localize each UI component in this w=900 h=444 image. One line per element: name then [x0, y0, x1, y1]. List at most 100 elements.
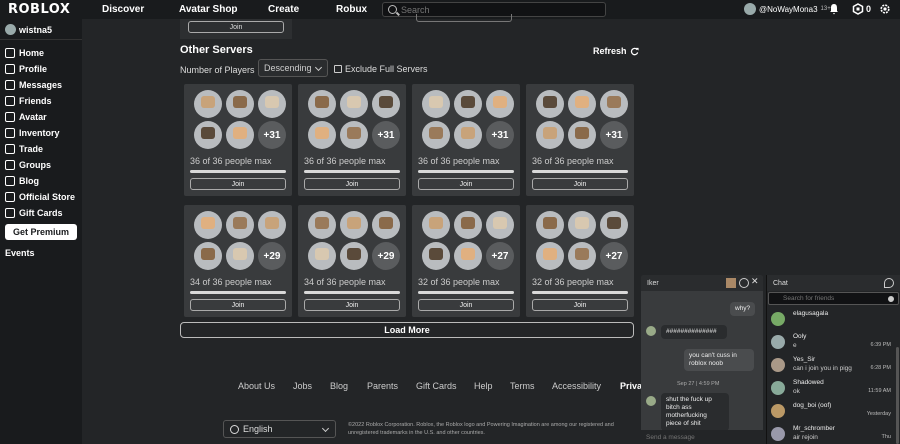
more-players-count[interactable]: +31	[258, 121, 286, 149]
notifications-bell-icon[interactable]	[828, 3, 840, 15]
footer-link-about-us[interactable]: About Us	[238, 381, 275, 391]
player-avatar[interactable]	[308, 90, 336, 118]
sidebar-user[interactable]: wistna5	[5, 24, 52, 35]
friend-row[interactable]: dog_boi (oof) Yesterday	[767, 399, 900, 423]
sidebar-item-inventory[interactable]: Inventory	[5, 128, 60, 138]
player-avatar[interactable]	[568, 211, 596, 239]
player-avatar[interactable]	[454, 211, 482, 239]
player-avatar[interactable]	[454, 121, 482, 149]
friend-search[interactable]	[768, 292, 899, 305]
player-avatar[interactable]	[258, 211, 286, 239]
player-avatar[interactable]	[308, 242, 336, 270]
player-avatar[interactable]	[568, 90, 596, 118]
nav-create[interactable]: Create	[268, 4, 299, 15]
sidebar-events[interactable]: Events	[5, 248, 35, 258]
more-players-count[interactable]: +31	[486, 121, 514, 149]
friend-search-input[interactable]	[783, 295, 883, 302]
player-avatar[interactable]	[372, 211, 400, 239]
sidebar-item-messages[interactable]: Messages	[5, 80, 62, 90]
join-button[interactable]: Join	[188, 21, 284, 33]
player-avatar[interactable]	[422, 211, 450, 239]
nav-avatar-shop[interactable]: Avatar Shop	[179, 4, 238, 15]
player-avatar[interactable]	[194, 242, 222, 270]
player-avatar[interactable]	[486, 211, 514, 239]
more-players-count[interactable]: +29	[258, 242, 286, 270]
player-avatar[interactable]	[340, 242, 368, 270]
more-players-count[interactable]: +29	[372, 242, 400, 270]
player-avatar[interactable]	[258, 90, 286, 118]
player-avatar[interactable]	[568, 242, 596, 270]
player-avatar[interactable]	[454, 242, 482, 270]
refresh-button[interactable]: Refresh	[593, 46, 639, 56]
join-button[interactable]: Join	[532, 299, 628, 311]
more-players-count[interactable]: +27	[486, 242, 514, 270]
new-chat-icon[interactable]	[884, 278, 894, 288]
player-avatar[interactable]	[308, 211, 336, 239]
player-avatar[interactable]	[226, 121, 254, 149]
clear-search-icon[interactable]	[888, 296, 894, 302]
close-icon[interactable]: ✕	[751, 276, 759, 287]
player-avatar[interactable]	[486, 90, 514, 118]
footer-link-help[interactable]: Help	[474, 381, 493, 391]
join-button[interactable]: Join	[304, 178, 400, 190]
player-avatar[interactable]	[226, 90, 254, 118]
friend-row[interactable]: Mr_schromber air rejoin Thu	[767, 422, 900, 444]
player-avatar[interactable]	[422, 242, 450, 270]
conversation-settings-gear-icon[interactable]	[739, 278, 749, 288]
language-select[interactable]: English	[223, 420, 336, 438]
nav-discover[interactable]: Discover	[102, 4, 144, 15]
sidebar-item-blog[interactable]: Blog	[5, 176, 39, 186]
player-avatar[interactable]	[536, 211, 564, 239]
friend-row[interactable]: Ooly e 6:39 PM	[767, 330, 900, 354]
join-button[interactable]: Join	[532, 178, 628, 190]
search-input[interactable]	[401, 4, 601, 15]
player-avatar[interactable]	[536, 121, 564, 149]
exclude-full-servers-checkbox[interactable]	[334, 65, 342, 73]
join-button-partial[interactable]	[416, 14, 512, 22]
player-avatar[interactable]	[226, 242, 254, 270]
player-avatar[interactable]	[340, 211, 368, 239]
sidebar-item-official-store[interactable]: Official Store	[5, 192, 75, 202]
player-avatar[interactable]	[194, 90, 222, 118]
footer-link-blog[interactable]: Blog	[330, 381, 348, 391]
join-button[interactable]: Join	[190, 178, 286, 190]
chat-header[interactable]: Chat	[767, 275, 900, 291]
player-avatar[interactable]	[194, 211, 222, 239]
player-avatar[interactable]	[226, 211, 254, 239]
user-chip[interactable]: @NoWayMona3 13+	[744, 3, 831, 15]
more-players-count[interactable]: +31	[372, 121, 400, 149]
footer-link-jobs[interactable]: Jobs	[293, 381, 312, 391]
more-players-count[interactable]: +27	[600, 242, 628, 270]
player-avatar[interactable]	[454, 90, 482, 118]
sidebar-item-profile[interactable]: Profile	[5, 64, 47, 74]
load-more-button[interactable]: Load More	[180, 322, 634, 338]
friend-row[interactable]: Yes_Sir can i join you in pigg 6:28 PM	[767, 353, 900, 377]
player-avatar[interactable]	[308, 121, 336, 149]
message-input[interactable]	[641, 430, 763, 444]
player-avatar[interactable]	[600, 211, 628, 239]
join-button[interactable]: Join	[418, 299, 514, 311]
footer-link-terms[interactable]: Terms	[510, 381, 535, 391]
player-avatar[interactable]	[194, 121, 222, 149]
sidebar-item-gift-cards[interactable]: Gift Cards	[5, 208, 63, 218]
sidebar-item-friends[interactable]: Friends	[5, 96, 52, 106]
player-avatar[interactable]	[600, 90, 628, 118]
footer-link-gift-cards[interactable]: Gift Cards	[416, 381, 457, 391]
conversation-header[interactable]: Iker ✕	[641, 275, 763, 291]
join-button[interactable]: Join	[190, 299, 286, 311]
join-button[interactable]: Join	[304, 299, 400, 311]
footer-link-parents[interactable]: Parents	[367, 381, 398, 391]
player-avatar[interactable]	[372, 90, 400, 118]
exclude-full-servers-toggle[interactable]: Exclude Full Servers	[334, 64, 428, 74]
robux-icon[interactable]	[852, 3, 864, 15]
more-players-count[interactable]: +31	[600, 121, 628, 149]
player-avatar[interactable]	[568, 121, 596, 149]
roblox-logo[interactable]: ROBLOX	[8, 2, 70, 17]
sidebar-item-groups[interactable]: Groups	[5, 160, 51, 170]
player-avatar[interactable]	[536, 242, 564, 270]
friend-row[interactable]: Shadowed ok 11:59 AM	[767, 376, 900, 400]
footer-link-accessibility[interactable]: Accessibility	[552, 381, 601, 391]
sidebar-item-home[interactable]: Home	[5, 48, 44, 58]
get-premium-button[interactable]: Get Premium	[5, 224, 77, 240]
player-avatar[interactable]	[340, 121, 368, 149]
